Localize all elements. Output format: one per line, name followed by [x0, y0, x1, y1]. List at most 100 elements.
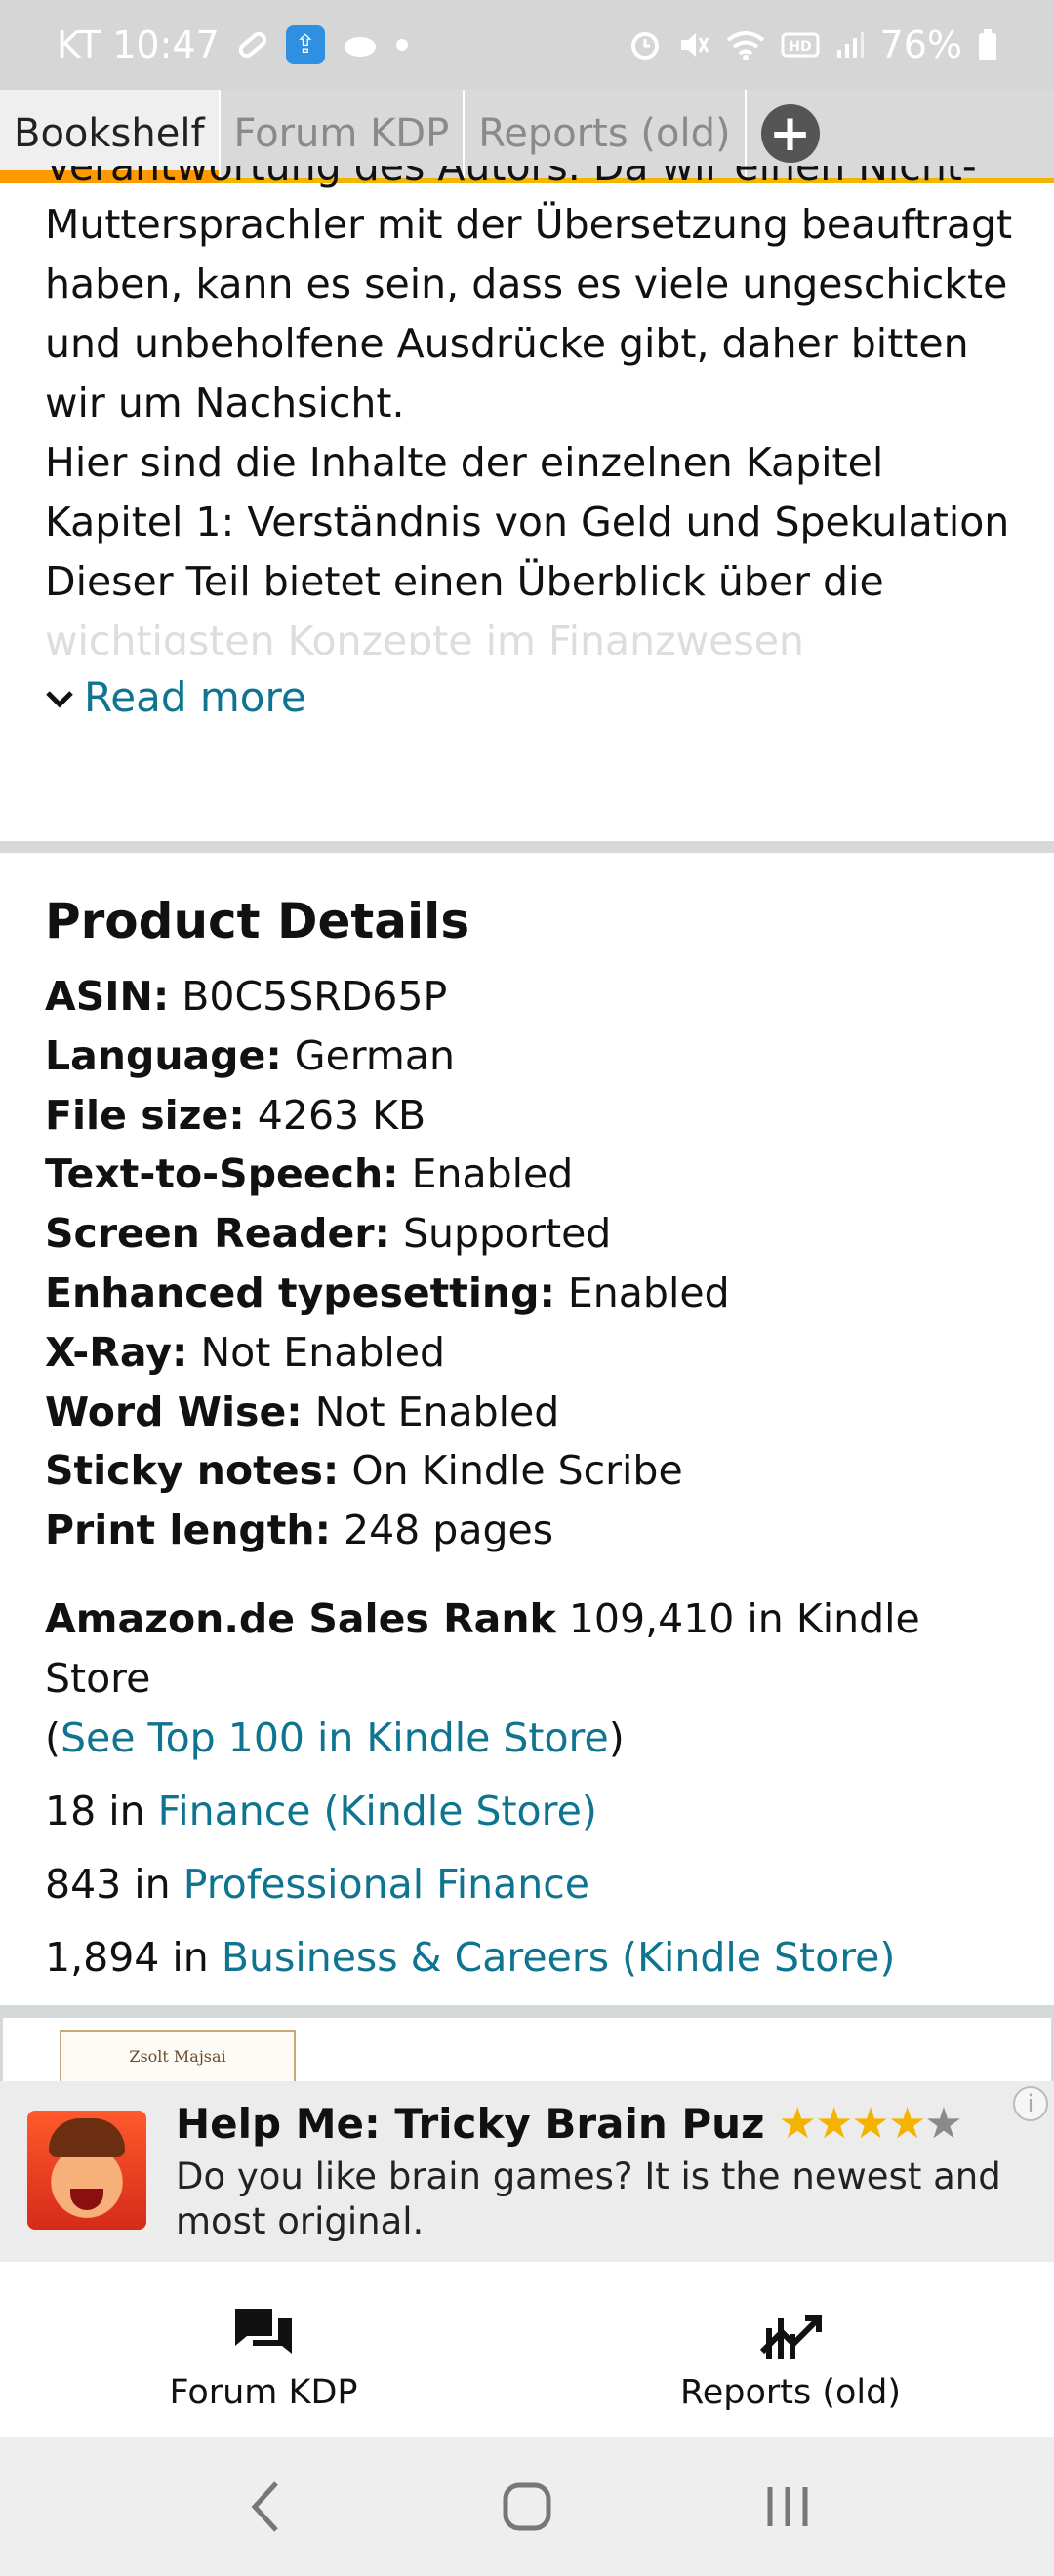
home-button[interactable] [483, 2463, 571, 2551]
detail-value: On Kindle Scribe [351, 1447, 683, 1495]
detail-value: Not Enabled [314, 1388, 560, 1435]
chevron-down-icon [45, 676, 74, 719]
battery-icon [978, 28, 997, 61]
battery-percent: 76% [879, 23, 962, 66]
detail-value: 4263 KB [257, 1091, 426, 1139]
app-notification-icon: ⇪ [285, 25, 325, 64]
tab-reports-old[interactable]: Reports (old) [465, 90, 747, 178]
status-left: KT 10:47 ⇪ [57, 23, 409, 66]
status-bar: KT 10:47 ⇪ HD 76% [0, 0, 1054, 90]
book-cover-author: Zsolt Majsai [129, 2047, 226, 2066]
detail-row-typesetting: Enhanced typesetting: Enabled [45, 1264, 1021, 1323]
book-description: Verantwortung des Autors. Da wir einen N… [45, 166, 1021, 655]
system-nav-bar [0, 2437, 1054, 2576]
detail-row-language: Language: German [45, 1026, 1021, 1086]
detail-label: Enhanced typesetting: [45, 1268, 555, 1316]
signal-icon [835, 30, 865, 60]
add-tab-button[interactable]: + [747, 90, 834, 178]
detail-row-word-wise: Word Wise: Not Enabled [45, 1383, 1021, 1442]
back-icon [251, 2481, 279, 2532]
category-link-business-careers[interactable]: Business & Careers (Kindle Store) [222, 1934, 896, 1981]
sales-rank-label: Amazon.de Sales Rank [45, 1594, 556, 1642]
description-line: wir um Nachsicht. [45, 380, 405, 426]
back-button[interactable] [223, 2463, 310, 2551]
wifi-icon [726, 28, 765, 61]
description-line: und unbeholfene Ausdrücke gibt, daher bi… [45, 320, 969, 367]
ad-text: Do you like brain games? It is the newes… [176, 2155, 1001, 2242]
ad-title-row: Help Me: Tricky Brain Puz ★★★★★ [176, 2099, 963, 2149]
nav-forum-kdp[interactable]: Forum KDP [0, 2274, 527, 2437]
category-link-finance[interactable]: Finance (Kindle Store) [158, 1788, 597, 1834]
book-cover-thumbnail[interactable]: Zsolt Majsai [60, 2030, 296, 2088]
detail-row-xray: X-Ray: Not Enabled [45, 1323, 1021, 1383]
detail-row-screen-reader: Screen Reader: Supported [45, 1204, 1021, 1264]
ad-banner[interactable]: Help Me: Tricky Brain Puz ★★★★★ Do you l… [0, 2081, 1054, 2262]
rating-stars: ★★★★★ [778, 2099, 963, 2149]
detail-value: Supported [403, 1210, 612, 1258]
cloud-icon [341, 29, 380, 60]
description-line: Kapitel 1: Verständnis von Geld und Spek… [45, 499, 1010, 545]
detail-label: Language: [45, 1031, 282, 1079]
detail-value: Not Enabled [200, 1328, 445, 1376]
detail-value: 248 pages [344, 1507, 554, 1554]
bottom-nav: Forum KDP Reports (old) [0, 2274, 1054, 2437]
alarm-icon [628, 28, 662, 61]
detail-label: Screen Reader: [45, 1210, 390, 1258]
category-rank-professional-finance: 843 in Professional Finance [45, 1855, 1021, 1914]
detail-value: Enabled [411, 1150, 574, 1198]
recent-apps-button[interactable] [744, 2463, 831, 2551]
category-rank-number: 843 in [45, 1860, 171, 1908]
detail-label: Sticky notes: [45, 1447, 340, 1495]
detail-label: Print length: [45, 1507, 331, 1554]
sales-rank: Amazon.de Sales Rank 109,410 in Kindle S… [45, 1590, 1021, 1768]
detail-row-file-size: File size: 4263 KB [45, 1086, 1021, 1146]
tab-forum-kdp[interactable]: Forum KDP [221, 90, 466, 178]
pill-icon [235, 27, 270, 62]
nav-reports-old-label: Reports (old) [679, 2373, 902, 2412]
category-rank-business-careers: 1,894 in Business & Careers (Kindle Stor… [45, 1928, 1021, 1988]
category-rank-number: 1,894 in [45, 1933, 209, 1981]
close-paren: ) [608, 1713, 625, 1761]
forum-icon [235, 2309, 292, 2354]
open-paren: ( [45, 1713, 61, 1761]
status-right: HD 76% [628, 23, 997, 66]
read-more-link[interactable]: Read more [45, 673, 306, 721]
detail-label: File size: [45, 1091, 245, 1139]
chart-trend-icon [759, 2315, 822, 2359]
description-line: Dieser Teil bietet einen Überblick über … [45, 558, 884, 605]
category-rank-number: 18 in [45, 1787, 145, 1834]
section-divider [0, 841, 1054, 853]
top-100-link[interactable]: See Top 100 in Kindle Store [61, 1714, 609, 1761]
nav-reports-old[interactable]: Reports (old) [527, 2274, 1054, 2437]
read-more-label: Read more [84, 673, 306, 721]
dot-icon [395, 38, 409, 52]
detail-value: B0C5SRD65P [182, 973, 448, 1020]
home-icon [503, 2482, 551, 2531]
hd-icon: HD [781, 30, 820, 60]
tab-bookshelf[interactable]: Bookshelf [0, 90, 221, 183]
detail-label: Word Wise: [45, 1388, 303, 1435]
product-details-heading: Product Details [45, 893, 470, 949]
description-line: Hier sind die Inhalte der einzelnen Kapi… [45, 439, 884, 486]
carrier-time: KT 10:47 [57, 23, 220, 66]
detail-row-asin: ASIN: B0C5SRD65P [45, 967, 1021, 1026]
description-line-cut-top: Verantwortung des Autors. Da wir einen N… [45, 166, 977, 189]
detail-row-print-length: Print length: 248 pages [45, 1501, 1021, 1560]
category-rank-finance: 18 in Finance (Kindle Store) [45, 1782, 1021, 1841]
recent-apps-icon [767, 2487, 808, 2526]
category-link-professional-finance[interactable]: Professional Finance [183, 1861, 589, 1908]
description-line: Muttersprachler mit der Übersetzung beau… [45, 201, 1013, 248]
svg-text:HD: HD [789, 39, 811, 55]
detail-row-sticky-notes: Sticky notes: On Kindle Scribe [45, 1441, 1021, 1501]
detail-label: Text-to-Speech: [45, 1150, 399, 1198]
mute-icon [677, 28, 710, 61]
nav-forum-kdp-label: Forum KDP [169, 2373, 358, 2412]
product-details: Product Details ASIN: B0C5SRD65P Languag… [45, 893, 1021, 1988]
info-icon[interactable]: i [1013, 2086, 1048, 2121]
ad-title: Help Me: Tricky Brain Puz [176, 2100, 765, 2148]
detail-label: X-Ray: [45, 1328, 188, 1376]
description-line: haben, kann es sein, dass es viele unges… [45, 261, 1008, 307]
detail-label: ASIN: [45, 973, 170, 1020]
description-line-faded: wichtigsten Konzepte im Finanzwesen [45, 618, 804, 655]
detail-value: German [294, 1031, 455, 1079]
